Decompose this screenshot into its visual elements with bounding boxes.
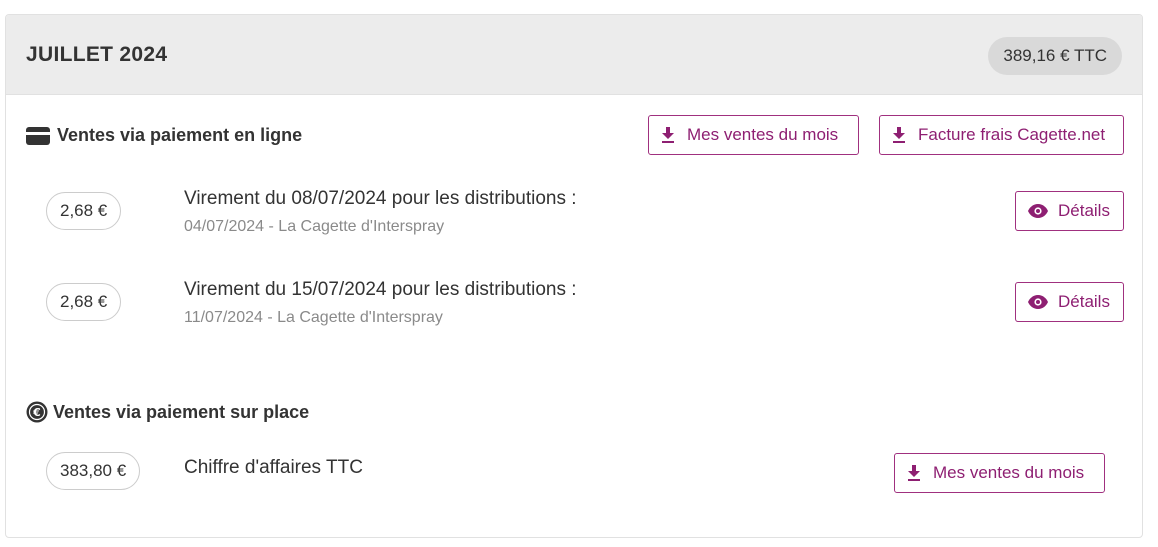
download-icon bbox=[892, 127, 906, 143]
euro-coin-icon: € bbox=[26, 401, 48, 423]
online-sales-label: Ventes via paiement en ligne bbox=[57, 125, 303, 145]
transfer-title: Virement du 15/07/2024 pour les distribu… bbox=[184, 279, 577, 300]
transfer-amount: 2,68 € bbox=[46, 283, 122, 321]
download-icon bbox=[907, 465, 921, 481]
invoice-fees-label: Facture frais Cagette.net bbox=[918, 125, 1106, 144]
onsite-sales-title: € Ventes via paiement sur place bbox=[26, 401, 309, 423]
online-sales-month-label: Mes ventes du mois bbox=[687, 125, 839, 144]
details-button[interactable]: Détails bbox=[1015, 282, 1124, 322]
eye-icon bbox=[1028, 204, 1048, 218]
details-label: Détails bbox=[1058, 201, 1110, 220]
onsite-sales-month-button[interactable]: Mes ventes du mois bbox=[894, 453, 1105, 493]
card-header: JUILLET 2024 389,16 € TTC bbox=[6, 15, 1142, 95]
onsite-sales-label: Ventes via paiement sur place bbox=[53, 401, 310, 422]
online-sales-month-button[interactable]: Mes ventes du mois bbox=[648, 115, 859, 155]
onsite-sales-month-label: Mes ventes du mois bbox=[933, 463, 1085, 482]
svg-text:€: € bbox=[32, 406, 41, 419]
details-label: Détails bbox=[1058, 292, 1110, 311]
eye-icon bbox=[1028, 295, 1048, 309]
invoice-fees-button[interactable]: Facture frais Cagette.net bbox=[879, 115, 1124, 155]
total-badge: 389,16 € TTC bbox=[988, 37, 1122, 75]
monthly-sales-card: JUILLET 2024 389,16 € TTC Ventes via pai… bbox=[5, 14, 1143, 538]
transfer-title: Virement du 08/07/2024 pour les distribu… bbox=[184, 188, 577, 209]
transfer-amount: 2,68 € bbox=[46, 192, 122, 230]
download-icon bbox=[661, 127, 675, 143]
month-title: JUILLET 2024 bbox=[26, 43, 168, 66]
revenue-label: Chiffre d'affaires TTC bbox=[184, 457, 363, 478]
onsite-amount: 383,80 € bbox=[46, 452, 141, 490]
transfer-subtitle: 04/07/2024 - La Cagette d'Interspray bbox=[184, 218, 445, 235]
details-button[interactable]: Détails bbox=[1015, 191, 1124, 231]
online-sales-title: Ventes via paiement en ligne bbox=[26, 125, 302, 146]
transfer-subtitle: 11/07/2024 - La Cagette d'Interspray bbox=[184, 309, 443, 326]
credit-card-icon bbox=[26, 126, 50, 145]
